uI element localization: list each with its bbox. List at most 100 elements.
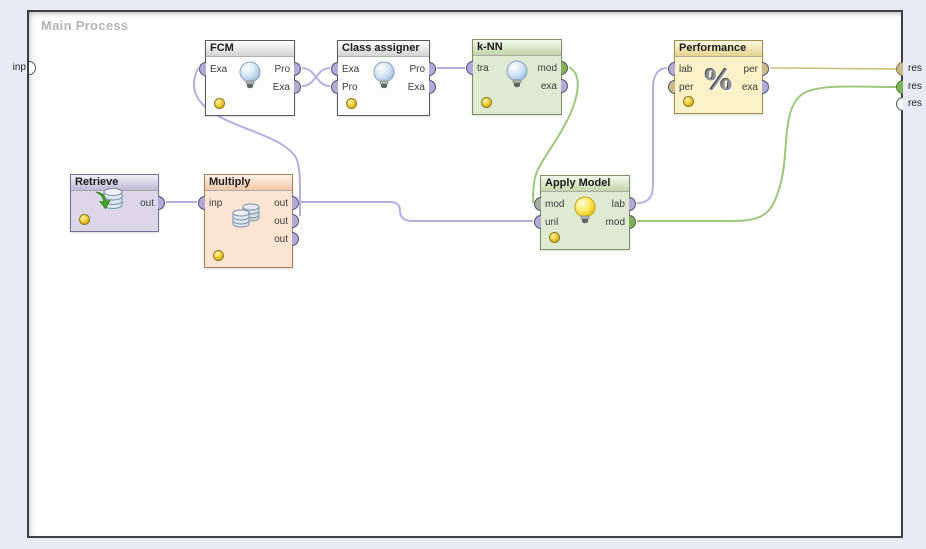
port-label: Exa: [408, 82, 425, 93]
operator-apply-model-titlebar[interactable]: Apply Model: [541, 176, 629, 192]
operator-knn-titlebar[interactable]: k-NN: [473, 40, 561, 56]
port-connector[interactable]: [199, 62, 206, 76]
status-indicator: [79, 214, 90, 225]
port-connector[interactable]: [561, 79, 568, 93]
process-result-port-2[interactable]: [896, 80, 903, 94]
port-connector[interactable]: [534, 215, 541, 229]
port-connector[interactable]: [429, 80, 436, 94]
port-label: Exa: [342, 64, 359, 75]
port-label: Exa: [273, 82, 290, 93]
port-connector[interactable]: [534, 197, 541, 211]
connection-performance-res1[interactable]: [770, 68, 896, 69]
lightbulb-icon: [371, 60, 397, 99]
process-result-label-2: res: [908, 81, 922, 92]
port-label: out: [274, 216, 288, 227]
knn-output-exa[interactable]: exa: [538, 79, 568, 93]
operator-apply-model[interactable]: Apply Model mod unl lab mod: [540, 175, 630, 250]
port-connector[interactable]: [668, 62, 675, 76]
status-indicator: [213, 250, 224, 261]
database-copies-icon: [227, 201, 263, 240]
operator-performance[interactable]: Performance lab per per exa %: [674, 40, 763, 114]
lightbulb-icon: [237, 60, 263, 99]
status-indicator: [683, 96, 694, 107]
applymodel-input-mod[interactable]: mod: [534, 197, 567, 211]
port-label: mod: [538, 63, 557, 74]
classassigner-input-exa[interactable]: Exa: [331, 62, 362, 76]
fcm-output-pro[interactable]: Pro: [271, 62, 301, 76]
operator-fcm[interactable]: FCM Exa Pro Exa: [205, 40, 295, 116]
process-canvas[interactable]: Main Process: [27, 10, 903, 538]
database-icon: [93, 185, 125, 220]
port-connector[interactable]: [292, 214, 299, 228]
operator-retrieve[interactable]: Retrieve out: [70, 174, 159, 232]
process-title: Main Process: [41, 18, 128, 33]
port-connector[interactable]: [668, 80, 675, 94]
multiply-output-out3[interactable]: out: [271, 232, 299, 246]
process-result-label-1: res: [908, 63, 922, 74]
operator-name: Multiply: [209, 176, 251, 188]
port-label: out: [274, 234, 288, 245]
port-label: Pro: [409, 64, 425, 75]
port-connector[interactable]: [158, 196, 165, 210]
port-connector[interactable]: [292, 196, 299, 210]
process-result-port-1[interactable]: [896, 62, 903, 76]
process-input-label: inp: [6, 62, 26, 73]
port-label: mod: [606, 217, 625, 228]
applymodel-output-lab[interactable]: lab: [609, 197, 636, 211]
port-label: per: [744, 64, 758, 75]
percent-icon: %: [703, 63, 735, 95]
port-connector[interactable]: [762, 80, 769, 94]
port-connector[interactable]: [429, 62, 436, 76]
operator-class-assigner[interactable]: Class assigner Exa Pro Pro Exa: [337, 40, 430, 116]
port-connector[interactable]: [294, 62, 301, 76]
port-connector[interactable]: [198, 196, 205, 210]
knn-output-mod[interactable]: mod: [535, 61, 568, 75]
process-result-label-3: res: [908, 98, 922, 109]
port-label: Exa: [210, 64, 227, 75]
operator-class-assigner-titlebar[interactable]: Class assigner: [338, 41, 429, 57]
process-editor: Main Process inp res res res FCM Exa Pro…: [0, 0, 926, 549]
port-label: mod: [545, 199, 564, 210]
port-connector[interactable]: [762, 62, 769, 76]
knn-input-tra[interactable]: tra: [466, 61, 492, 75]
port-connector[interactable]: [294, 80, 301, 94]
classassigner-output-exa[interactable]: Exa: [405, 80, 436, 94]
performance-input-per[interactable]: per: [668, 80, 696, 94]
operator-performance-titlebar[interactable]: Performance: [675, 41, 762, 57]
process-result-port-3[interactable]: [896, 97, 903, 111]
fcm-input-exa[interactable]: Exa: [199, 62, 230, 76]
port-label: lab: [612, 199, 625, 210]
performance-input-lab[interactable]: lab: [668, 62, 695, 76]
port-connector[interactable]: [629, 215, 636, 229]
retrieve-output-out[interactable]: out: [137, 196, 165, 210]
status-indicator: [549, 232, 560, 243]
port-connector[interactable]: [331, 80, 338, 94]
operator-name: Performance: [679, 42, 746, 54]
port-connector[interactable]: [629, 197, 636, 211]
performance-output-per[interactable]: per: [741, 62, 769, 76]
multiply-input-inp[interactable]: inp: [198, 196, 225, 210]
operator-fcm-titlebar[interactable]: FCM: [206, 41, 294, 57]
port-connector[interactable]: [331, 62, 338, 76]
port-connector[interactable]: [292, 232, 299, 246]
applymodel-output-mod[interactable]: mod: [603, 215, 636, 229]
port-label: Pro: [342, 82, 358, 93]
operator-multiply-titlebar[interactable]: Multiply: [205, 175, 292, 191]
operator-name: Class assigner: [342, 42, 420, 54]
multiply-output-out2[interactable]: out: [271, 214, 299, 228]
applymodel-input-unl[interactable]: unl: [534, 215, 561, 229]
port-label: out: [140, 198, 154, 209]
fcm-output-exa[interactable]: Exa: [270, 80, 301, 94]
operator-name: Apply Model: [545, 177, 610, 189]
port-connector[interactable]: [466, 61, 473, 75]
operator-multiply[interactable]: Multiply inp out out out: [204, 174, 293, 268]
port-connector[interactable]: [561, 61, 568, 75]
port-label: exa: [541, 81, 557, 92]
operator-knn[interactable]: k-NN tra mod exa: [472, 39, 562, 115]
performance-output-exa[interactable]: exa: [739, 80, 769, 94]
port-label: lab: [679, 64, 692, 75]
multiply-output-out1[interactable]: out: [271, 196, 299, 210]
classassigner-output-pro[interactable]: Pro: [406, 62, 436, 76]
classassigner-input-pro[interactable]: Pro: [331, 80, 361, 94]
port-label: unl: [545, 217, 558, 228]
